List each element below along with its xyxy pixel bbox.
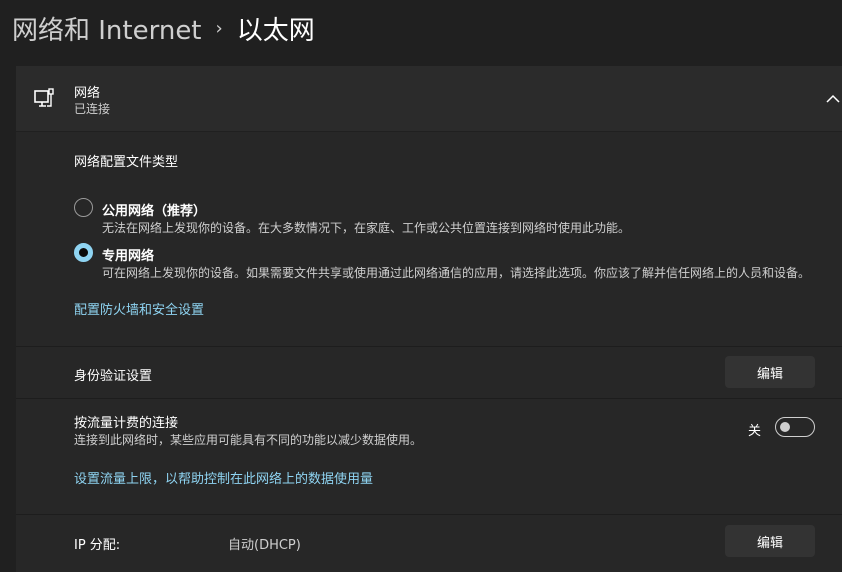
data-limit-link[interactable]: 设置流量上限，以帮助控制在此网络上的数据使用量: [74, 468, 373, 487]
network-name: 网络: [74, 86, 101, 101]
network-details: 网络配置文件类型 公用网络（推荐） 无法在网络上发现你的设备。在大多数情况下，在…: [16, 132, 842, 572]
ip-edit-button[interactable]: 编辑: [725, 525, 815, 557]
profile-heading: 网络配置文件类型: [74, 155, 179, 170]
breadcrumb-parent[interactable]: 网络和 Internet: [12, 10, 202, 47]
network-status: 已连接: [74, 102, 111, 116]
ip-value: 自动(DHCP): [228, 538, 301, 553]
metered-state: 关: [748, 424, 762, 439]
metered-label: 按流量计费的连接: [74, 416, 179, 431]
metered-desc: 连接到此网络时，某些应用可能具有不同的功能以减少数据使用。: [74, 433, 423, 447]
private-desc: 可在网络上发现你的设备。如果需要文件共享或使用通过此网络通信的应用，请选择此选项…: [102, 266, 811, 280]
radio-private[interactable]: [74, 243, 93, 262]
firewall-link[interactable]: 配置防火墙和安全设置: [74, 299, 204, 318]
divider: [16, 346, 842, 347]
metered-toggle[interactable]: [775, 417, 815, 437]
radio-public[interactable]: [74, 198, 93, 217]
network-header[interactable]: 网络 已连接: [16, 66, 842, 131]
chevron-right-icon: ›: [215, 18, 223, 39]
divider: [16, 514, 842, 515]
ip-label: IP 分配:: [74, 538, 121, 553]
public-desc: 无法在网络上发现你的设备。在大多数情况下，在家庭、工作或公共位置连接到网络时使用…: [102, 221, 631, 235]
divider: [16, 398, 842, 399]
private-label[interactable]: 专用网络: [102, 245, 154, 264]
toggle-knob: [780, 422, 790, 432]
page-title: 以太网: [236, 16, 315, 46]
ethernet-monitor-icon: [34, 88, 54, 107]
chevron-up-icon[interactable]: [826, 94, 840, 104]
auth-edit-button[interactable]: 编辑: [725, 356, 815, 388]
public-label[interactable]: 公用网络（推荐）: [102, 200, 206, 219]
breadcrumb: 网络和 Internet › 以太网: [12, 10, 315, 47]
auth-label: 身份验证设置: [74, 369, 153, 384]
